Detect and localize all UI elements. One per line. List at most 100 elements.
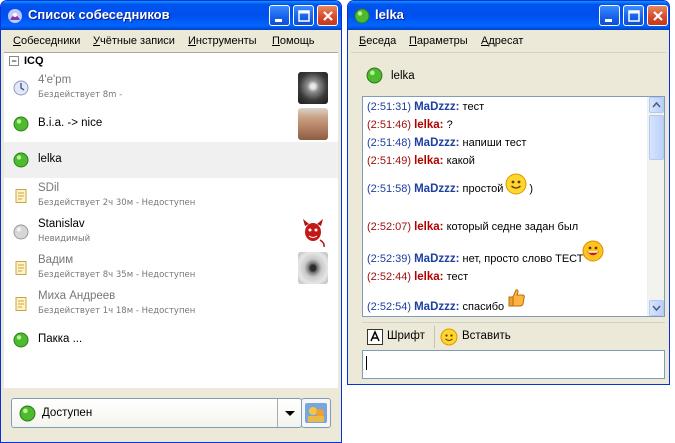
menu-accounts[interactable]: Учётные записи: [93, 35, 175, 47]
chevron-down-icon[interactable]: [277, 399, 301, 427]
chat-body: lelka (2:51:31) MaDzzz: тест (2:51:46) l…: [351, 52, 666, 381]
message-text: какой: [446, 155, 475, 167]
window-title: Список собеседников: [28, 7, 170, 22]
eye-avatar: [298, 252, 328, 284]
menu-tools[interactable]: Инструменты: [188, 35, 257, 47]
smiley-insert-icon: [440, 328, 458, 346]
message-nick: MaDzzz:: [414, 301, 460, 313]
message-nick: lelka:: [414, 155, 444, 167]
contact-name: Вадим: [38, 254, 74, 266]
title-bar[interactable]: lelka: [348, 1, 669, 30]
scroll-thumb[interactable]: [649, 115, 664, 160]
contact-item[interactable]: 4'e'pm Бездействует 8m -: [4, 70, 338, 106]
message-text: нет, просто слово ТЕСТ: [462, 253, 584, 265]
maximize-button[interactable]: [623, 5, 644, 26]
app-icon: [8, 9, 22, 23]
smile-icon: [505, 173, 527, 195]
font-button-label: Шрифт: [387, 330, 425, 342]
menu-recipient[interactable]: Адресат: [481, 35, 523, 47]
contact-name: SDil: [38, 182, 60, 194]
toolbar-divider: [434, 326, 435, 348]
collapse-icon[interactable]: −: [9, 56, 19, 66]
message-time: (2:51:49): [367, 155, 412, 167]
grin-icon: [582, 240, 604, 262]
input-toolbar: Шрифт Вставить: [362, 322, 665, 350]
menu-settings[interactable]: Параметры: [409, 35, 468, 47]
message-text: спасибо: [462, 301, 505, 313]
devil-avatar: [298, 216, 328, 248]
online-icon: [19, 405, 36, 422]
contact-item[interactable]: Вадим Бездействует 8ч 35м - Недоступен: [4, 250, 338, 286]
maximize-button[interactable]: [293, 5, 314, 26]
people-icon: [305, 403, 327, 423]
contact-item[interactable]: B.i.a. -> nice: [4, 106, 338, 142]
contact-name: lelka: [38, 153, 62, 165]
contact-item[interactable]: Миха Андреев Бездействует 1ч 18м - Недос…: [4, 286, 338, 322]
contact-item-selected[interactable]: lelka: [4, 142, 338, 178]
online-icon: [354, 8, 370, 24]
contact-item[interactable]: SDil Бездействует 2ч 30м - Недоступен: [4, 178, 338, 214]
chat-window: lelka Беседа Параметры Адресат lelka (2:…: [347, 0, 670, 385]
minimize-button[interactable]: [269, 5, 290, 26]
insert-button[interactable]: Вставить: [440, 327, 520, 347]
close-button[interactable]: [647, 5, 668, 26]
peer-header: lelka: [351, 52, 666, 92]
message-time: (2:52:44): [367, 271, 412, 283]
message-row: (2:51:46) lelka: ?: [367, 119, 453, 131]
font-icon: [367, 329, 383, 345]
message-text: простой: [462, 183, 504, 195]
font-button[interactable]: Шрифт: [367, 327, 429, 347]
away-note-icon: [15, 189, 27, 203]
online-icon: [13, 332, 29, 348]
group-name: ICQ: [24, 55, 44, 67]
close-button[interactable]: [317, 5, 338, 26]
online-icon: [366, 67, 383, 84]
message-time: (2:52:07): [367, 221, 412, 233]
xstatus-button[interactable]: [301, 398, 331, 428]
status-bar: Доступен: [4, 387, 338, 439]
message-time: (2:51:58): [367, 183, 412, 195]
peer-name: lelka: [391, 70, 415, 82]
message-nick: MaDzzz:: [414, 137, 460, 149]
message-row: (2:52:44) lelka: тест: [367, 271, 468, 283]
contact-item[interactable]: Пакка ...: [4, 322, 338, 358]
message-row: (2:52:39) MaDzzz: нет, просто слово ТЕСТ: [367, 253, 583, 265]
menu-contacts[interactable]: Собеседники: [13, 35, 80, 47]
message-text: ?: [446, 119, 453, 131]
away-note-icon: [15, 261, 27, 275]
contact-status: Бездействует 8m -: [38, 90, 123, 100]
status-value: Доступен: [42, 407, 93, 419]
message-row: (2:51:48) MaDzzz: напиши тест: [367, 137, 526, 149]
scroll-up-button[interactable]: [649, 97, 664, 113]
text-caret: [366, 356, 367, 370]
online-icon: [13, 116, 29, 132]
contact-item[interactable]: Stanislav Невидимый: [4, 214, 338, 250]
message-nick: MaDzzz:: [414, 101, 460, 113]
clock-icon: [13, 80, 29, 96]
group-header-icq[interactable]: − ICQ: [4, 53, 338, 70]
contact-name: Пакка ...: [38, 333, 83, 345]
message-history[interactable]: (2:51:31) MaDzzz: тест (2:51:46) lelka: …: [362, 96, 665, 317]
invisible-icon: [13, 224, 29, 240]
message-row: (2:51:31) MaDzzz: тест: [367, 101, 484, 113]
contact-name: 4'e'pm: [38, 74, 72, 86]
message-nick: lelka:: [414, 119, 444, 131]
status-dropdown[interactable]: Доступен: [11, 398, 302, 428]
history-scrollbar[interactable]: [647, 97, 664, 316]
contact-status: Бездействует 1ч 18м - Недоступен: [38, 306, 196, 316]
insert-button-label: Вставить: [462, 330, 511, 342]
thumbs-up-icon: [508, 289, 525, 307]
message-row: (2:52:54) MaDzzz: спасибо: [367, 301, 504, 313]
menu-help[interactable]: Помощь: [272, 35, 315, 47]
minimize-button[interactable]: [599, 5, 620, 26]
message-input[interactable]: [362, 350, 665, 379]
message-text: тест: [446, 271, 469, 283]
contact-status: Бездействует 8ч 35м - Недоступен: [38, 270, 196, 280]
contact-status: Бездействует 2ч 30м - Недоступен: [38, 198, 196, 208]
menu-conversation[interactable]: Беседа: [359, 35, 396, 47]
scroll-down-button[interactable]: [649, 300, 664, 316]
message-nick: MaDzzz:: [414, 253, 460, 265]
message-text: тест: [462, 101, 485, 113]
title-bar[interactable]: Список собеседников: [1, 1, 341, 30]
contact-status: Невидимый: [38, 234, 91, 244]
